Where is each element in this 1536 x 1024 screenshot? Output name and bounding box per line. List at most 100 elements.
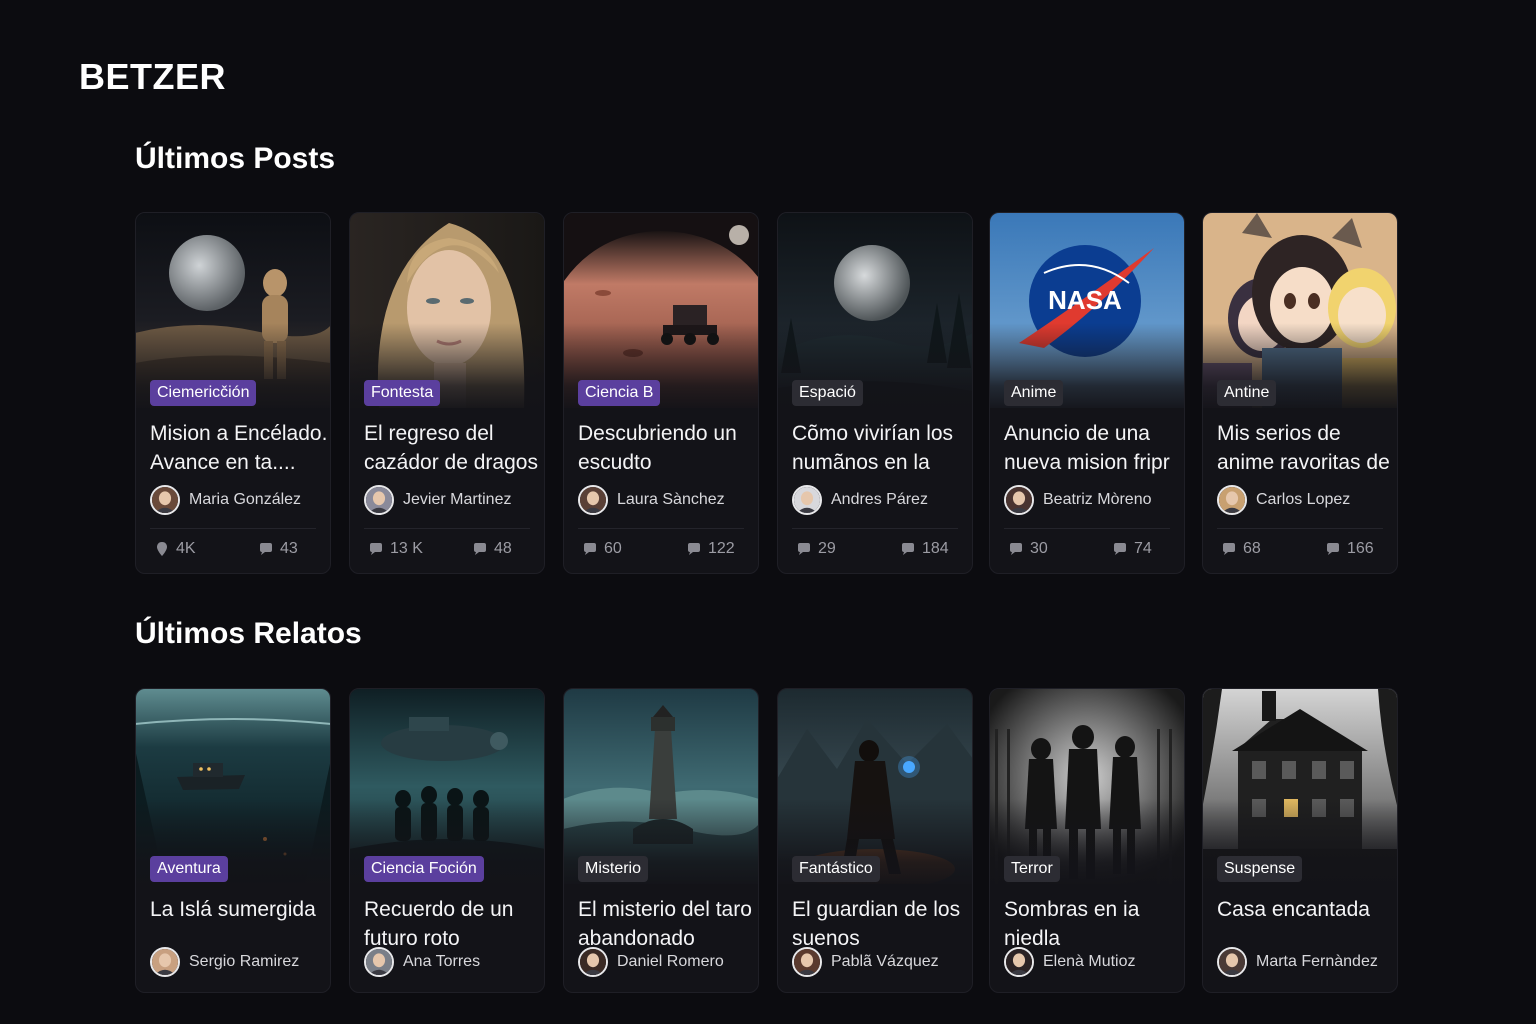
card-title[interactable]: Anuncio de una nueva mision fripr — [1004, 419, 1184, 477]
card-divider — [792, 528, 958, 529]
category-tag[interactable]: Fontesta — [364, 380, 441, 406]
author-info[interactable]: Sergio Ramirez — [150, 947, 299, 977]
story-card[interactable]: Terror Sombras en ia niedla Elenà Mutioz — [989, 688, 1185, 993]
card-title[interactable]: Descubriendo un escudto — [578, 419, 758, 477]
stat-value: 48 — [494, 540, 512, 557]
author-info[interactable]: Laura Sànchez — [578, 485, 725, 515]
avatar — [150, 947, 180, 977]
stat-value: 122 — [708, 540, 735, 557]
card-title[interactable]: El guardian de los suenos — [792, 895, 972, 953]
story-card[interactable]: Suspense Casa encantada Marta Fernàndez — [1202, 688, 1398, 993]
comment-icon — [1112, 541, 1128, 557]
comment-icon — [368, 541, 384, 557]
avatar — [364, 947, 394, 977]
card-stats: 30 74 — [1004, 540, 1170, 560]
category-tag[interactable]: Ciemericčión — [150, 380, 257, 406]
stat-comments[interactable]: 184 — [900, 540, 949, 558]
card-stats: 60 122 — [578, 540, 744, 560]
author-info[interactable]: Pablã Vázquez — [792, 947, 939, 977]
story-card[interactable]: Ciencia Foción Recuerdo de un futuro roto… — [349, 688, 545, 993]
avatar — [1217, 947, 1247, 977]
avatar — [578, 947, 608, 977]
author-info[interactable]: Ana Torres — [364, 947, 480, 977]
story-card[interactable]: Aventura La Islá sumergida Sergio Ramirez — [135, 688, 331, 993]
card-stats: 4K 43 — [150, 540, 316, 560]
comment-icon — [1325, 541, 1341, 557]
author-info[interactable]: Daniel Romero — [578, 947, 724, 977]
stat-comments[interactable]: 48 — [472, 540, 512, 558]
author-name: Jevier Martinez — [403, 491, 512, 508]
avatar — [792, 947, 822, 977]
comment-icon — [1221, 541, 1237, 557]
post-card[interactable]: NASA Anime Anuncio de una nueva mision fri… — [989, 212, 1185, 574]
author-name: Beatriz Mòreno — [1043, 491, 1152, 508]
avatar — [792, 485, 822, 515]
card-title[interactable]: Cõmo vivirían los numãnos en la — [792, 419, 972, 477]
post-card[interactable]: Antine Mis serios de anime ravoritas de Ca… — [1202, 212, 1398, 574]
author-name: Elenà Mutioz — [1043, 953, 1136, 970]
avatar — [364, 485, 394, 515]
category-tag[interactable]: Terror — [1004, 856, 1060, 882]
comment-icon — [258, 541, 274, 557]
author-name: Sergio Ramirez — [189, 953, 300, 970]
card-divider — [150, 528, 316, 529]
author-info[interactable]: Beatriz Mòreno — [1004, 485, 1152, 515]
post-card[interactable]: Fontesta El regreso del cazádor de dragos… — [349, 212, 545, 574]
comment-icon — [582, 541, 598, 557]
stat-comments[interactable]: 166 — [1325, 540, 1374, 558]
category-tag[interactable]: Aventura — [150, 856, 228, 882]
stat-primary[interactable]: 30 — [1008, 540, 1048, 558]
card-title[interactable]: El misterio del taro abandonado — [578, 895, 758, 953]
author-info[interactable]: Marta Fernàndez — [1217, 947, 1378, 977]
post-card[interactable]: Ciencia B Descubriendo un escudto Laura Sà… — [563, 212, 759, 574]
story-card[interactable]: Fantástico El guardian de los suenos Pablã… — [777, 688, 973, 993]
comment-icon — [900, 541, 916, 557]
stat-primary[interactable]: 68 — [1221, 540, 1261, 558]
author-info[interactable]: Elenà Mutioz — [1004, 947, 1136, 977]
stat-value: 43 — [280, 540, 298, 557]
category-tag[interactable]: Anime — [1004, 380, 1064, 406]
stat-primary[interactable]: 60 — [582, 540, 622, 558]
category-tag[interactable]: Misterio — [578, 856, 649, 882]
post-card[interactable]: Ciemericčión Mision a Encélado. Avance en… — [135, 212, 331, 574]
author-info[interactable]: Maria González — [150, 485, 301, 515]
card-title[interactable]: Casa encantada — [1217, 895, 1397, 953]
author-name: Carlos Lopez — [1256, 491, 1351, 508]
category-tag[interactable]: Fantástico — [792, 856, 880, 882]
category-tag[interactable]: Ciencia B — [578, 380, 661, 406]
story-card[interactable]: Misterio El misterio del taro abandonado D… — [563, 688, 759, 993]
stat-value: 13 K — [390, 540, 423, 557]
stat-comments[interactable]: 43 — [258, 540, 298, 558]
card-divider — [1004, 528, 1170, 529]
card-title[interactable]: Recuerdo de un futuro roto — [364, 895, 544, 953]
avatar — [1217, 485, 1247, 515]
post-card[interactable]: Espació Cõmo vivirían los numãnos en la An… — [777, 212, 973, 574]
stat-primary[interactable]: 29 — [796, 540, 836, 558]
stat-primary[interactable]: 4K — [154, 540, 196, 558]
comment-icon — [472, 541, 488, 557]
author-info[interactable]: Jevier Martinez — [364, 485, 511, 515]
card-title[interactable]: Sombras en ia niedla — [1004, 895, 1184, 953]
brand-logo[interactable]: BETZER — [79, 56, 226, 98]
author-info[interactable]: Andres Párez — [792, 485, 928, 515]
author-info[interactable]: Carlos Lopez — [1217, 485, 1350, 515]
card-divider — [1217, 528, 1383, 529]
stat-primary[interactable]: 13 K — [368, 540, 423, 558]
stat-comments[interactable]: 74 — [1112, 540, 1152, 558]
card-title[interactable]: Mis serios de anime ravoritas de — [1217, 419, 1397, 477]
category-tag[interactable]: Ciencia Foción — [364, 856, 484, 882]
card-title[interactable]: Mision a Encélado. Avance en ta.... — [150, 419, 330, 477]
author-name: Daniel Romero — [617, 953, 724, 970]
stat-comments[interactable]: 122 — [686, 540, 735, 558]
card-stats: 29 184 — [792, 540, 958, 560]
category-tag[interactable]: Espació — [792, 380, 863, 406]
card-title[interactable]: El regreso del cazádor de dragos — [364, 419, 544, 477]
card-title[interactable]: La Islá sumergida — [150, 895, 330, 953]
pin-icon — [154, 541, 170, 557]
comment-icon — [686, 541, 702, 557]
category-tag[interactable]: Suspense — [1217, 856, 1303, 882]
stat-value: 74 — [1134, 540, 1152, 557]
category-tag[interactable]: Antine — [1217, 380, 1277, 406]
stat-value: 68 — [1243, 540, 1261, 557]
avatar — [150, 485, 180, 515]
